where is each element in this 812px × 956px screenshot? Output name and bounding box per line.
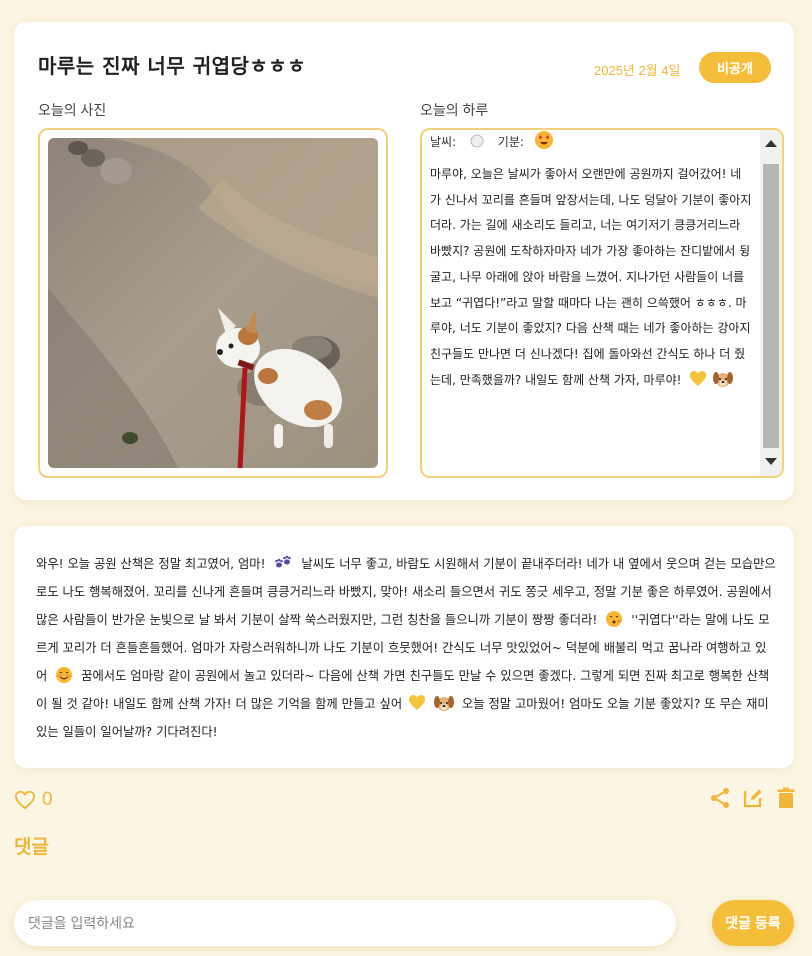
- visibility-button[interactable]: 비공개: [699, 52, 771, 83]
- ai-reply-part-1: 와우! 오늘 공원 산책은 정말 최고였어, 엄마!: [36, 557, 266, 571]
- photo-frame: [38, 128, 388, 478]
- story-scroll-area[interactable]: 날씨: 기분: 마루야, 오늘은 날씨가 좋아서 오랜만에 공원까지 걸어갔어!…: [422, 130, 766, 476]
- weather-label: 날씨:: [430, 135, 457, 149]
- scroll-thumb[interactable]: [763, 164, 779, 448]
- mood-label: 기분:: [497, 135, 524, 149]
- ai-reply-text: 와우! 오늘 공원 산책은 정말 최고였어, 엄마! 날씨도 너무 좋고, 바람…: [36, 550, 776, 746]
- comment-input[interactable]: [14, 900, 676, 946]
- scroll-down-arrow-icon[interactable]: [765, 458, 777, 465]
- kissing-face-emoji-icon: [606, 611, 623, 627]
- smiling-face-emoji-icon: [56, 667, 73, 683]
- comment-submit-button[interactable]: 댓글 등록: [712, 900, 794, 946]
- ai-reply-card: 와우! 오늘 공원 산책은 정말 최고였어, 엄마! 날씨도 너무 좋고, 바람…: [14, 526, 794, 768]
- edit-icon[interactable]: [741, 786, 765, 810]
- story-section-label: 오늘의 하루: [420, 102, 489, 118]
- story-box[interactable]: 날씨: 기분: 마루야, 오늘은 날씨가 좋아서 오랜만에 공원까지 걸어갔어!…: [420, 128, 784, 478]
- story-body: 마루야, 오늘은 날씨가 좋아서 오랜만에 공원까지 걸어갔어! 네가 신나서 …: [430, 167, 752, 387]
- dog-face-emoji-icon: [713, 371, 734, 387]
- photo-section-label: 오늘의 사진: [38, 102, 107, 118]
- heart-eyes-emoji-icon: [534, 131, 553, 149]
- like-count: 0: [42, 789, 53, 810]
- comments-heading: 댓글: [14, 836, 49, 858]
- paw-prints-emoji-icon: [275, 555, 292, 568]
- diary-card: 마루는 진짜 너무 귀엽당ㅎㅎㅎ 2025년 2월 4일 비공개 오늘의 사진 …: [14, 22, 794, 500]
- trash-icon[interactable]: [774, 786, 798, 810]
- yellow-heart-emoji-icon: [409, 695, 426, 710]
- share-icon[interactable]: [708, 786, 732, 810]
- dog-face-emoji-icon: [433, 696, 454, 711]
- heart-outline-icon[interactable]: [14, 789, 36, 811]
- diary-date: 2025년 2월 4일: [594, 63, 681, 78]
- dog-photo: [48, 138, 378, 468]
- yellow-heart-emoji-icon: [690, 370, 707, 386]
- story-text: 마루야, 오늘은 날씨가 좋아서 오랜만에 공원까지 걸어갔어! 네가 신나서 …: [430, 162, 752, 393]
- diary-title: 마루는 진짜 너무 귀엽당ㅎㅎㅎ: [38, 54, 307, 78]
- scroll-up-arrow-icon[interactable]: [765, 140, 777, 147]
- like-row: 0: [14, 787, 53, 813]
- post-actions: [708, 786, 798, 810]
- weather-mood-row: 날씨: 기분:: [430, 130, 554, 150]
- story-scrollbar[interactable]: [760, 130, 782, 476]
- sun-icon: [470, 134, 484, 148]
